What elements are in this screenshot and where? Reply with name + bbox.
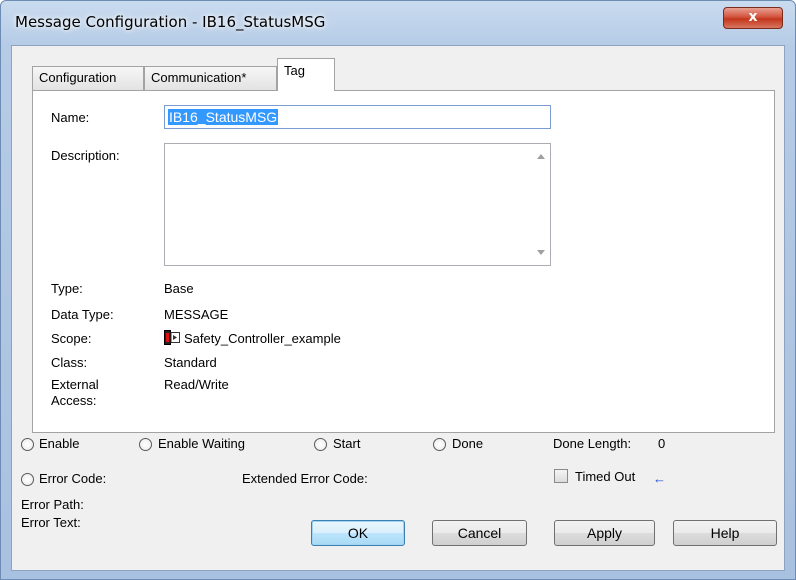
scroll-down-icon[interactable]: [537, 250, 545, 255]
data-type-value: MESSAGE: [164, 307, 229, 322]
external-access-label-line2: Access:: [51, 393, 97, 408]
tab-communication[interactable]: Communication*: [144, 66, 277, 90]
help-button[interactable]: Help: [673, 520, 777, 546]
cancel-button[interactable]: Cancel: [432, 520, 527, 546]
enable-status-label: Enable: [39, 436, 80, 451]
name-label: Name:: [51, 110, 90, 125]
done-length-label: Done Length:: [553, 436, 632, 451]
controller-icon: [164, 330, 180, 345]
enable-waiting-status-label: Enable Waiting: [158, 436, 245, 451]
tab-configuration-label: Configuration: [39, 70, 117, 85]
apply-button[interactable]: Apply: [554, 520, 655, 546]
name-input[interactable]: IB16_StatusMSG: [164, 105, 551, 129]
external-access-value: Read/Write: [164, 377, 229, 392]
start-status-label: Start: [333, 436, 361, 451]
type-label: Type:: [51, 281, 83, 296]
error-path-label: Error Path:: [21, 497, 84, 512]
description-textarea[interactable]: [164, 143, 551, 266]
name-input-value: IB16_StatusMSG: [168, 109, 279, 125]
class-value: Standard: [164, 355, 217, 370]
enable-waiting-radio-icon: [139, 438, 152, 451]
start-radio-icon: [314, 438, 327, 451]
scope-label: Scope:: [51, 331, 92, 346]
data-type-label: Data Type:: [51, 307, 114, 322]
scope-value: Safety_Controller_example: [184, 331, 341, 346]
tag-panel: Name: IB16_StatusMSG Description: Type: …: [32, 90, 775, 433]
done-status-label: Done: [452, 436, 484, 451]
close-icon: x: [748, 9, 758, 25]
scroll-up-icon[interactable]: [537, 154, 545, 159]
external-access-label-line1: External: [51, 377, 99, 392]
extended-error-code-label: Extended Error Code:: [242, 471, 368, 486]
close-button[interactable]: x: [723, 7, 783, 29]
ok-button[interactable]: OK: [311, 520, 405, 546]
class-label: Class:: [51, 355, 88, 370]
description-label: Description:: [51, 148, 120, 163]
left-arrow-icon: ←: [653, 471, 666, 486]
window-title: Message Configuration - IB16_StatusMSG: [15, 13, 326, 31]
error-code-label: Error Code:: [39, 471, 107, 486]
tab-tag-label: Tag: [284, 63, 305, 78]
error-code-radio-icon: [21, 473, 34, 486]
error-text-label: Error Text:: [21, 515, 81, 530]
enable-radio-icon: [21, 438, 34, 451]
timed-out-checkbox[interactable]: [554, 469, 568, 483]
timed-out-label: Timed Out: [575, 469, 636, 484]
title-bar[interactable]: Message Configuration - IB16_StatusMSG x: [1, 1, 795, 45]
dialog-window: Message Configuration - IB16_StatusMSG x…: [0, 0, 796, 580]
tab-tag[interactable]: Tag: [277, 58, 335, 91]
dialog-client-area: Configuration Communication* Tag Name: I…: [11, 45, 785, 571]
tab-communication-label: Communication*: [151, 70, 247, 85]
description-scrollbar[interactable]: [533, 144, 550, 265]
tab-configuration[interactable]: Configuration: [32, 66, 144, 90]
done-length-value: 0: [658, 436, 666, 451]
type-value: Base: [164, 281, 194, 296]
done-radio-icon: [433, 438, 446, 451]
